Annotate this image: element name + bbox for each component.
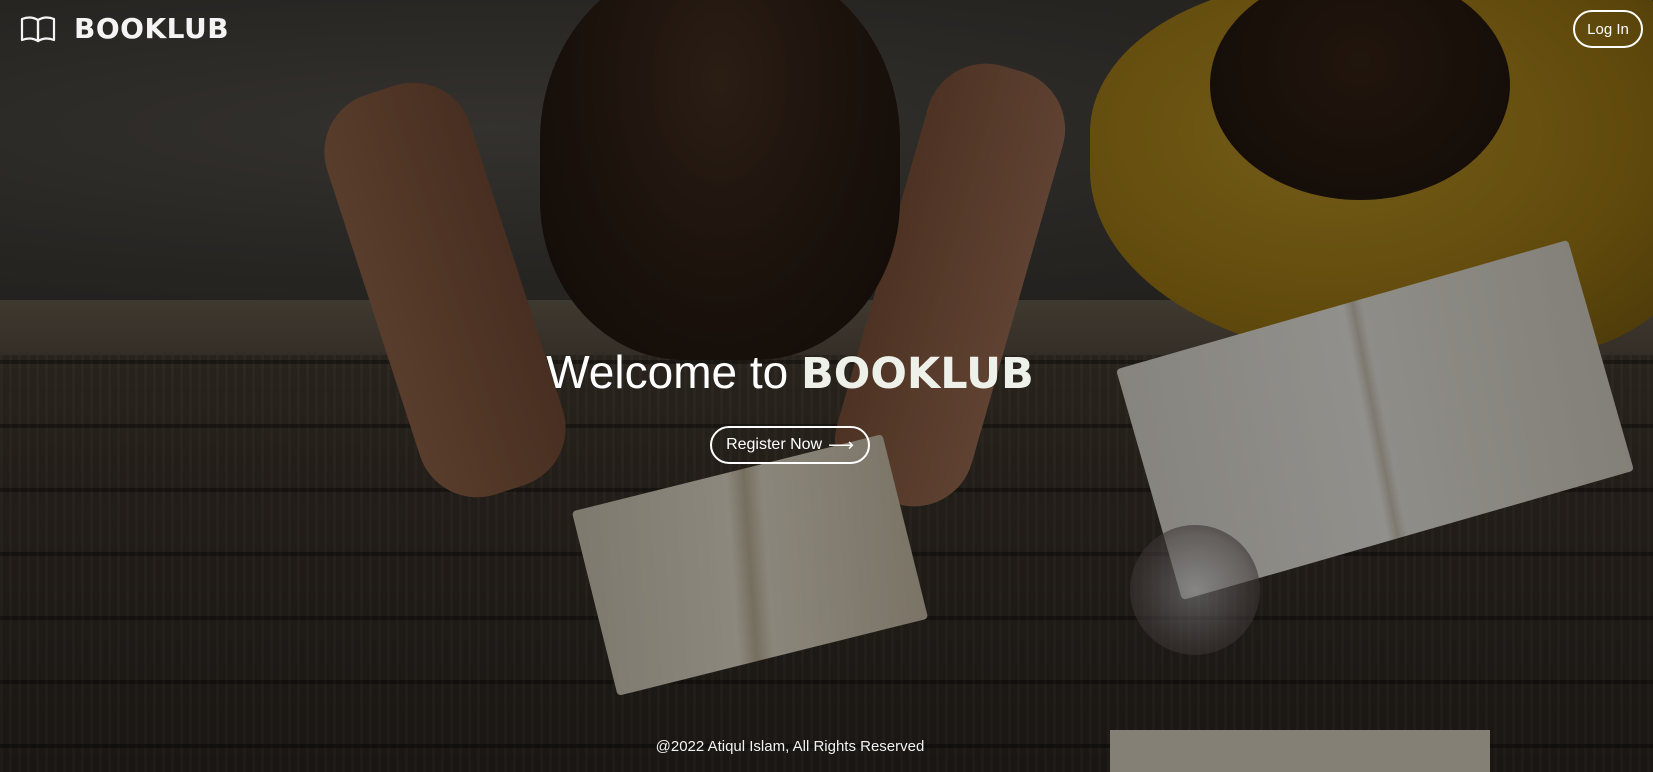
arrow-right-icon: ⟶ [828,435,854,455]
hero-section: Welcome to BOOKLUB Register Now ⟶ [0,340,1580,464]
register-now-button[interactable]: Register Now ⟶ [710,426,870,464]
hero-title: Welcome to BOOKLUB [0,340,1580,406]
footer-copyright: @2022 Atiqul Islam, All Rights Reserved [655,738,925,755]
open-book-icon [20,14,56,44]
hero-title-brand: BOOKLUB [801,349,1034,399]
brand-name: BOOKLUB [74,12,230,45]
brand-logo-link[interactable]: BOOKLUB [20,12,229,45]
top-navbar: BOOKLUB Log In [0,0,1653,60]
hero-title-prefix: Welcome to [546,346,802,398]
register-now-label: Register Now [726,436,823,453]
login-button[interactable]: Log In [1573,10,1643,48]
